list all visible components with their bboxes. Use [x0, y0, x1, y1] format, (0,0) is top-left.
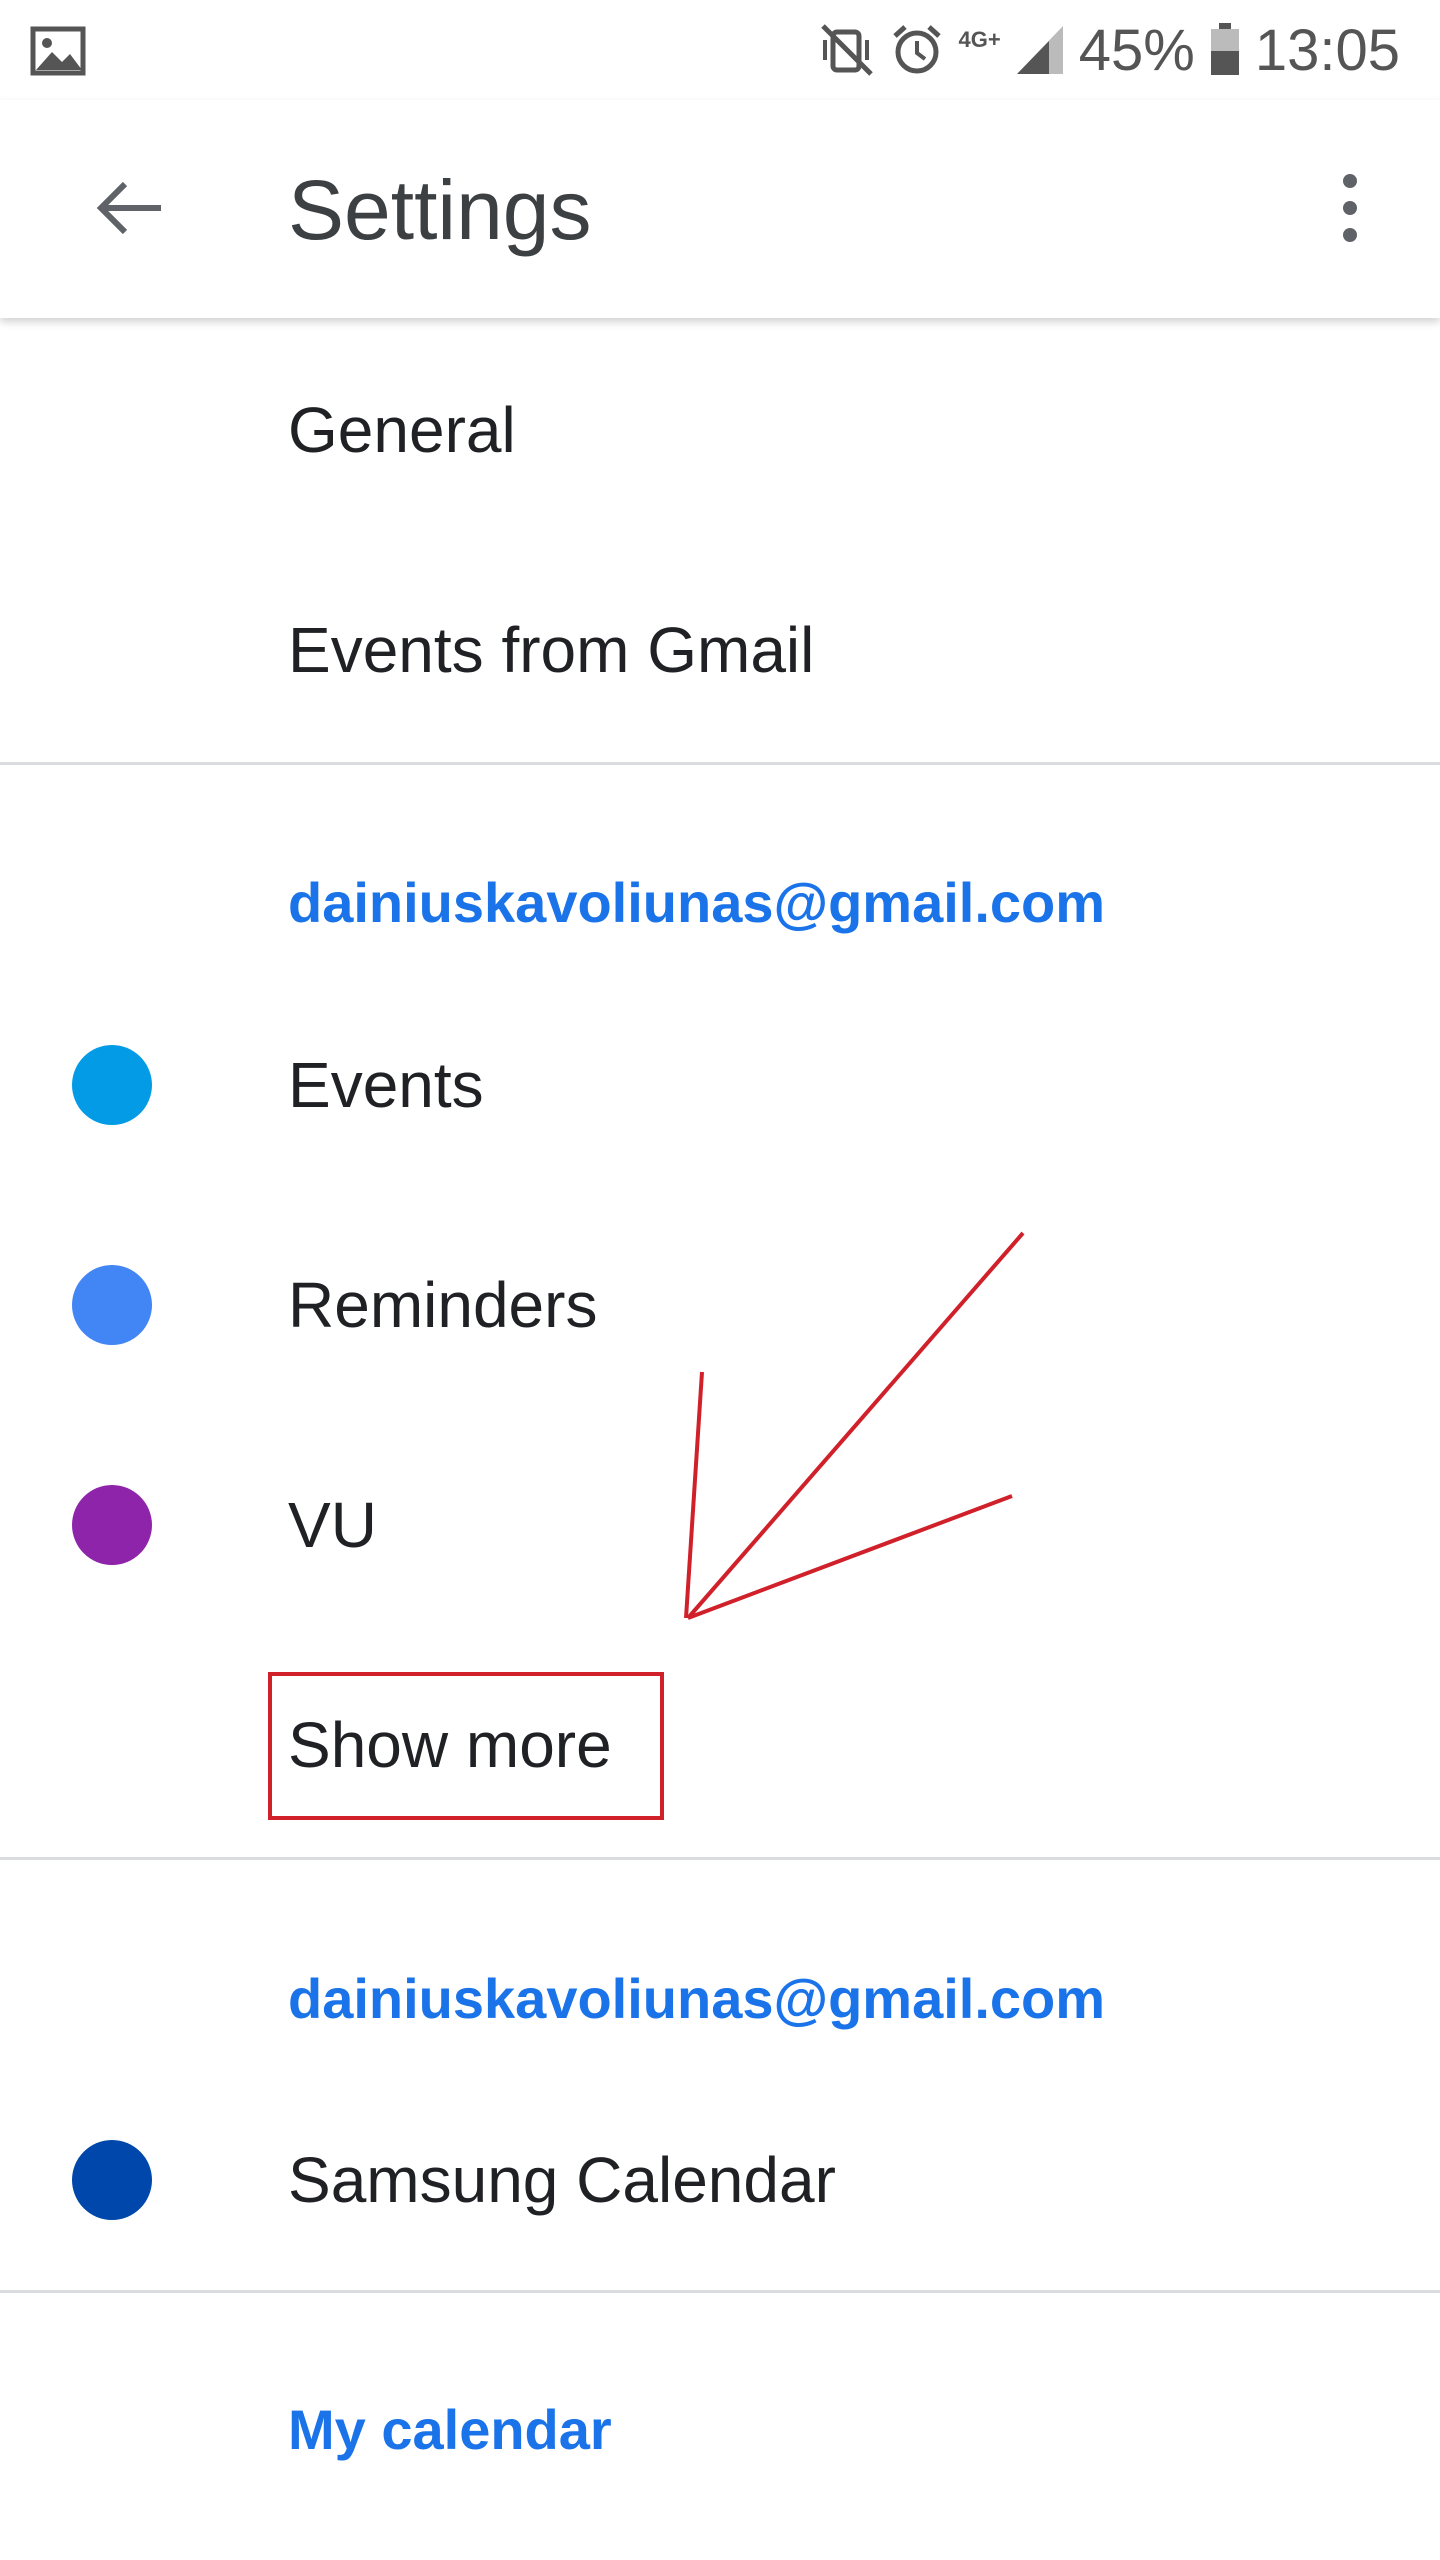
events-from-gmail-label: Events from Gmail	[288, 614, 815, 686]
more-vert-icon	[1343, 174, 1357, 242]
vibrate-mute-icon	[820, 24, 873, 76]
calendar-color-dot	[72, 2140, 152, 2220]
account-header: dainiuskavoliunas@gmail.com	[288, 871, 1106, 934]
clock: 13:05	[1254, 17, 1400, 83]
calendar-item-reminders[interactable]: Reminders	[0, 1205, 1440, 1405]
calendar-label: VU	[288, 1489, 377, 1561]
status-bar: 4G+ 45% 13:05	[0, 0, 1440, 100]
calendar-item-events[interactable]: Events	[0, 985, 1440, 1185]
gallery-icon	[30, 26, 86, 76]
divider	[0, 1857, 1440, 1860]
account-header: dainiuskavoliunas@gmail.com	[288, 1967, 1106, 2030]
calendar-item-samsung[interactable]: Samsung Calendar	[0, 2080, 1440, 2280]
calendar-label: Events	[288, 1049, 484, 1121]
settings-events-from-gmail[interactable]: Events from Gmail	[0, 550, 1440, 750]
network-type: 4G+	[958, 27, 1001, 52]
arrow-back-icon	[96, 181, 161, 235]
calendar-item-vu[interactable]: VU	[0, 1425, 1440, 1625]
calendar-label: Samsung Calendar	[288, 2144, 836, 2216]
app-toolbar: Settings	[0, 100, 1440, 318]
calendar-label: Reminders	[288, 1269, 598, 1341]
battery-percent: 45%	[1078, 17, 1195, 83]
divider	[0, 2290, 1440, 2293]
back-button[interactable]	[70, 158, 190, 258]
my-calendar-header[interactable]: My calendar	[288, 2395, 612, 2465]
signal-icon	[1016, 26, 1063, 74]
calendar-color-dot	[72, 1265, 152, 1345]
calendar-color-dot	[72, 1485, 152, 1565]
more-options-button[interactable]	[1300, 158, 1400, 258]
general-label: General	[288, 394, 516, 466]
page-title: Settings	[288, 163, 592, 257]
alarm-icon	[892, 25, 941, 74]
calendar-color-dot	[72, 1045, 152, 1125]
settings-general[interactable]: General	[0, 330, 1440, 530]
show-more-button[interactable]: Show more	[0, 1645, 1440, 1845]
divider	[0, 762, 1440, 765]
annotation-highlight-box	[268, 1672, 664, 1820]
battery-icon	[1210, 23, 1239, 75]
